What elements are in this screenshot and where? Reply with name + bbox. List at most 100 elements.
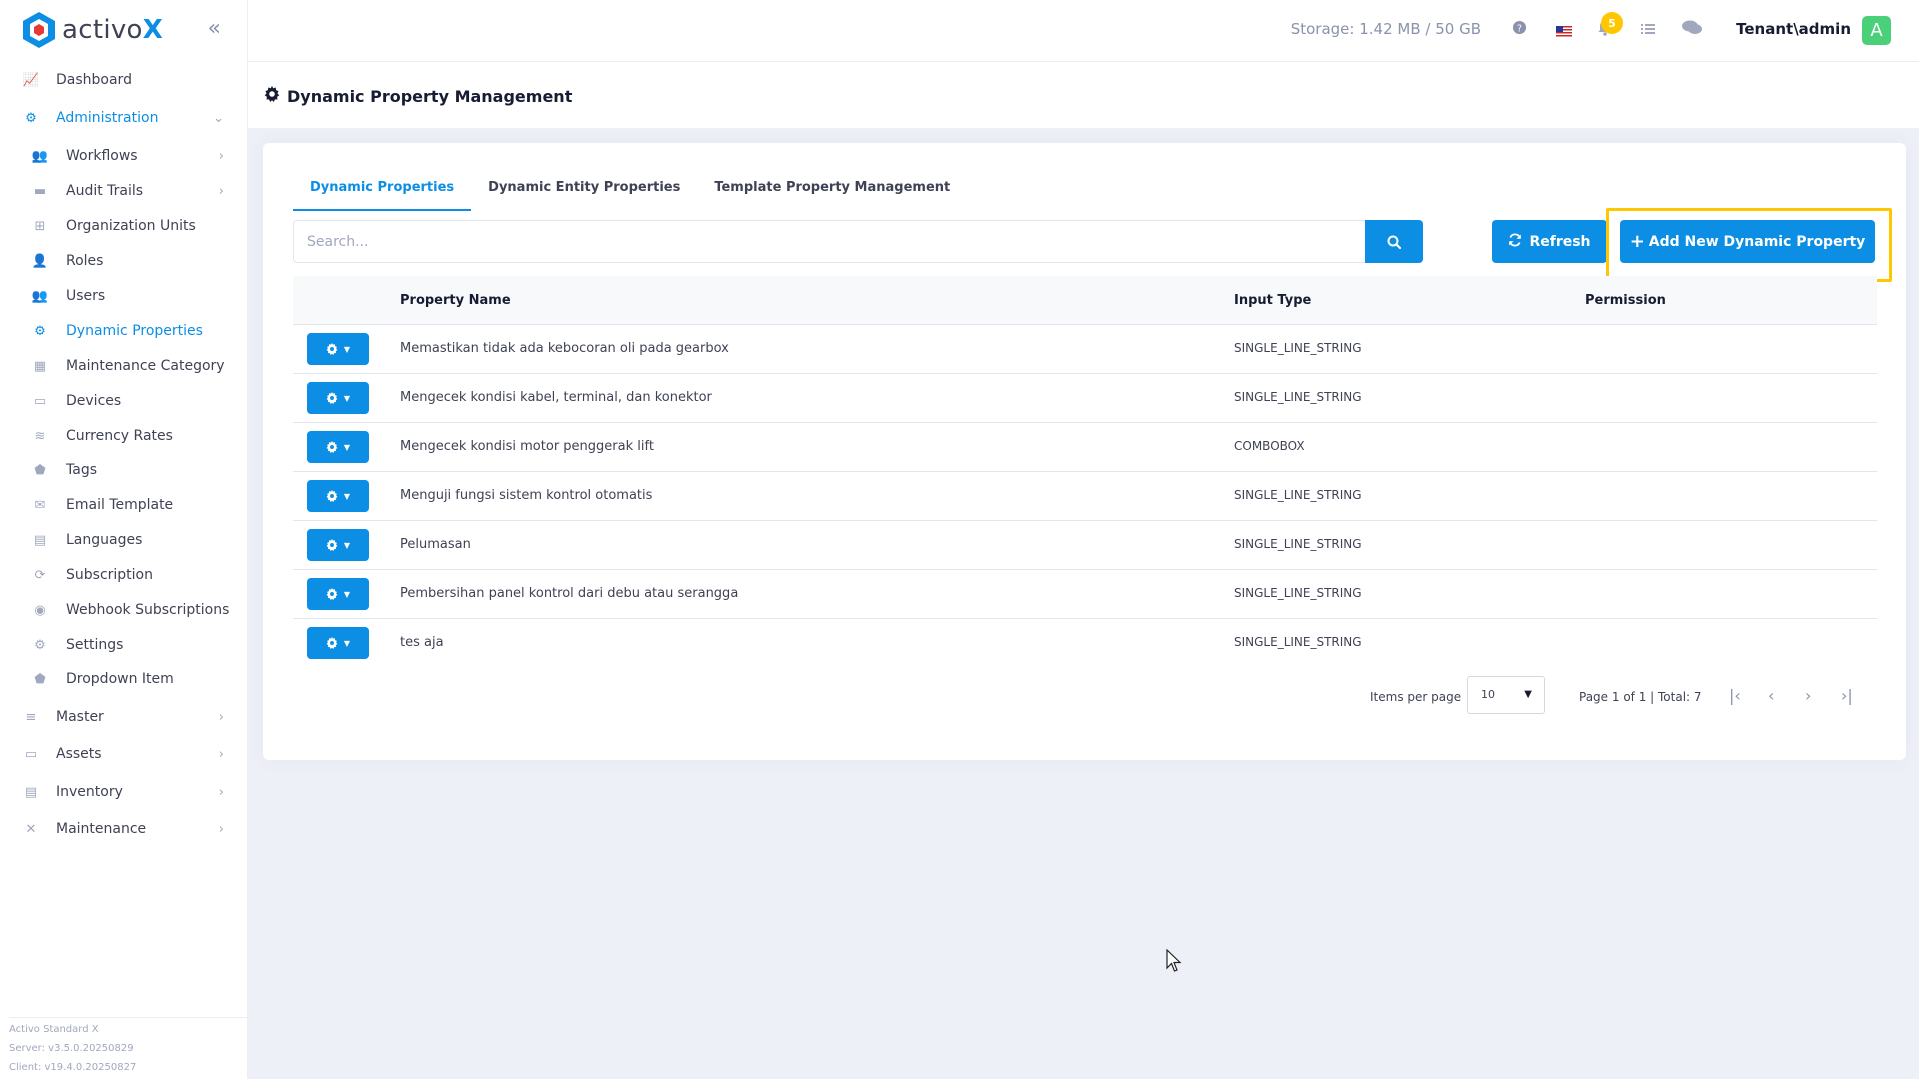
row-actions-button[interactable]: ▼ <box>307 431 369 463</box>
gear-icon <box>326 588 338 600</box>
items-per-page-value: 10 <box>1481 688 1495 701</box>
sidebar-item-roles[interactable]: 👤 Roles <box>0 242 248 280</box>
property-name-cell: Pelumasan <box>400 537 471 552</box>
sidebar-item-settings[interactable]: ⚙ Settings <box>0 626 248 664</box>
sidebar-item-audit-trails[interactable]: ▬ Audit Trails › <box>0 172 248 210</box>
row-actions-button[interactable]: ▼ <box>307 578 369 610</box>
sidebar: activoX « 📈 Dashboard ⚙ Administration ⌄ 👥 Wor… <box>0 0 248 1079</box>
chevron-right-icon: › <box>218 148 224 164</box>
sidebar-item-webhook-subscriptions[interactable]: ◉ Webhook Subscriptions <box>0 591 248 629</box>
sidebar-item-organization-units[interactable]: ⊞ Organization Units <box>0 207 248 245</box>
subheader: Dynamic Property Management <box>248 62 1919 128</box>
help-icon[interactable]: ? <box>1512 20 1527 39</box>
sidebar-item-maintenance[interactable]: ✕ Maintenance › <box>0 810 248 848</box>
sidebar-item-label: Tags <box>66 462 97 478</box>
globe-icon: ◉ <box>34 602 46 618</box>
caret-down-icon: ▼ <box>343 442 351 452</box>
sidebar-item-label: Administration <box>56 110 159 126</box>
row-actions-button[interactable]: ▼ <box>307 627 369 659</box>
sidebar-item-languages[interactable]: ▤ Languages <box>0 521 248 559</box>
sidebar-item-dashboard[interactable]: 📈 Dashboard <box>0 61 248 99</box>
sidebar-item-tags[interactable]: ⬟ Tags <box>0 451 248 489</box>
storage-usage: Storage: 1.42 MB / 50 GB <box>1290 20 1481 38</box>
table-body: ▼ Memastikan tidak ada kebocoran oli pada… <box>293 325 1877 668</box>
caret-down-icon: ▼ <box>343 491 351 501</box>
us-flag-icon[interactable] <box>1556 22 1572 41</box>
row-actions-button[interactable]: ▼ <box>307 529 369 561</box>
envelope-icon: ✉ <box>34 497 46 513</box>
pagination: Items per page 10 ▼ Page 1 of 1 | Total:… <box>263 676 1906 716</box>
sidebar-item-maintenance-category[interactable]: ▦ Maintenance Category <box>0 347 248 385</box>
row-actions-button[interactable]: ▼ <box>307 480 369 512</box>
tab-template-property-management[interactable]: Template Property Management <box>697 173 967 211</box>
property-name-cell: Menguji fungsi sistem kontrol otomatis <box>400 488 653 503</box>
next-page-icon[interactable]: › <box>1805 686 1811 705</box>
product-name: Activo Standard X <box>9 1024 99 1035</box>
table-row: ▼ tes aja SINGLE_LINE_STRING <box>293 619 1877 668</box>
items-per-page-select[interactable]: 10 ▼ <box>1467 676 1545 714</box>
add-dynamic-property-label: Add New Dynamic Property <box>1648 233 1866 250</box>
sidebar-item-assets[interactable]: ▭ Assets › <box>0 735 248 773</box>
sidebar-item-workflows[interactable]: 👥 Workflows › <box>0 137 248 175</box>
sidebar-item-dropdown-item[interactable]: ⬟ Dropdown Item <box>0 660 248 698</box>
sidebar-item-label: Subscription <box>66 567 153 583</box>
input-type-cell: SINGLE_LINE_STRING <box>1234 586 1362 600</box>
chevron-right-icon: › <box>218 709 224 725</box>
sidebar-item-label: Dashboard <box>56 72 132 88</box>
add-dynamic-property-button[interactable]: + Add New Dynamic Property <box>1620 220 1875 263</box>
input-type-cell: SINGLE_LINE_STRING <box>1234 488 1362 502</box>
sidebar-item-users[interactable]: 👥 Users <box>0 277 248 315</box>
avatar[interactable]: A <box>1862 16 1891 45</box>
brand-name: activoX <box>62 15 164 45</box>
properties-table: Property Name Input Type Permission ▼ Mem… <box>293 276 1877 668</box>
chat-icon[interactable] <box>1682 20 1702 39</box>
double-chevron-left-icon[interactable]: « <box>208 16 221 41</box>
sidebar-item-label: Languages <box>66 532 143 548</box>
tab-dynamic-entity-properties[interactable]: Dynamic Entity Properties <box>471 173 697 211</box>
column-header-input-type[interactable]: Input Type <box>1234 293 1311 308</box>
column-header-property-name[interactable]: Property Name <box>400 293 511 308</box>
refresh-button[interactable]: Refresh <box>1492 220 1607 263</box>
list-icon[interactable] <box>1641 20 1655 39</box>
gear-icon <box>326 343 338 355</box>
first-page-icon[interactable]: |‹ <box>1729 686 1741 705</box>
sidebar-item-administration[interactable]: ⚙ Administration ⌄ <box>0 99 248 137</box>
activo-logo-icon <box>23 12 55 48</box>
input-type-cell: SINGLE_LINE_STRING <box>1234 635 1362 649</box>
sidebar-item-dynamic-properties[interactable]: ⚙ Dynamic Properties <box>0 312 248 350</box>
last-page-icon[interactable]: ›| <box>1841 686 1853 705</box>
table-row: ▼ Pelumasan SINGLE_LINE_STRING <box>293 521 1877 570</box>
search-button[interactable] <box>1365 220 1423 263</box>
grid-icon: ▦ <box>33 358 47 374</box>
search-input[interactable] <box>293 220 1365 263</box>
row-actions-button[interactable]: ▼ <box>307 382 369 414</box>
tags-icon: ⬟ <box>34 671 46 687</box>
sitemap-icon: ⊞ <box>34 218 46 234</box>
brand-logo[interactable]: activoX « <box>0 0 247 60</box>
property-name-cell: Mengecek kondisi kabel, terminal, dan ko… <box>400 390 712 405</box>
sidebar-item-master[interactable]: ≡ Master › <box>0 698 248 736</box>
property-name-cell: Memastikan tidak ada kebocoran oli pada … <box>400 341 729 356</box>
caret-down-icon: ▼ <box>1524 689 1532 700</box>
table-header: Property Name Input Type Permission <box>293 276 1877 325</box>
plus-icon: + <box>1629 231 1645 252</box>
previous-page-icon[interactable]: ‹ <box>1768 686 1774 705</box>
user-name[interactable]: Tenant\admin <box>1736 20 1851 38</box>
tags-icon: ⬟ <box>34 462 46 478</box>
gear-icon <box>264 86 280 106</box>
sidebar-item-label: Audit Trails <box>66 183 144 199</box>
notification-badge: 5 <box>1601 12 1623 34</box>
sidebar-item-email-template[interactable]: ✉ Email Template <box>0 486 248 524</box>
tab-dynamic-properties[interactable]: Dynamic Properties <box>293 173 472 211</box>
coins-icon: ≋ <box>34 428 46 444</box>
gear-icon <box>326 490 338 502</box>
sidebar-item-currency-rates[interactable]: ≋ Currency Rates <box>0 417 248 455</box>
sidebar-item-inventory[interactable]: ▤ Inventory › <box>0 773 248 811</box>
chevron-right-icon: › <box>218 183 224 199</box>
sidebar-item-subscription[interactable]: ⟳ Subscription <box>0 556 248 594</box>
row-actions-button[interactable]: ▼ <box>307 333 369 365</box>
sidebar-item-devices[interactable]: ▭ Devices <box>0 382 248 420</box>
column-header-permission[interactable]: Permission <box>1585 293 1666 308</box>
chevron-right-icon: › <box>218 821 224 837</box>
tools-icon: ✕ <box>25 821 37 837</box>
